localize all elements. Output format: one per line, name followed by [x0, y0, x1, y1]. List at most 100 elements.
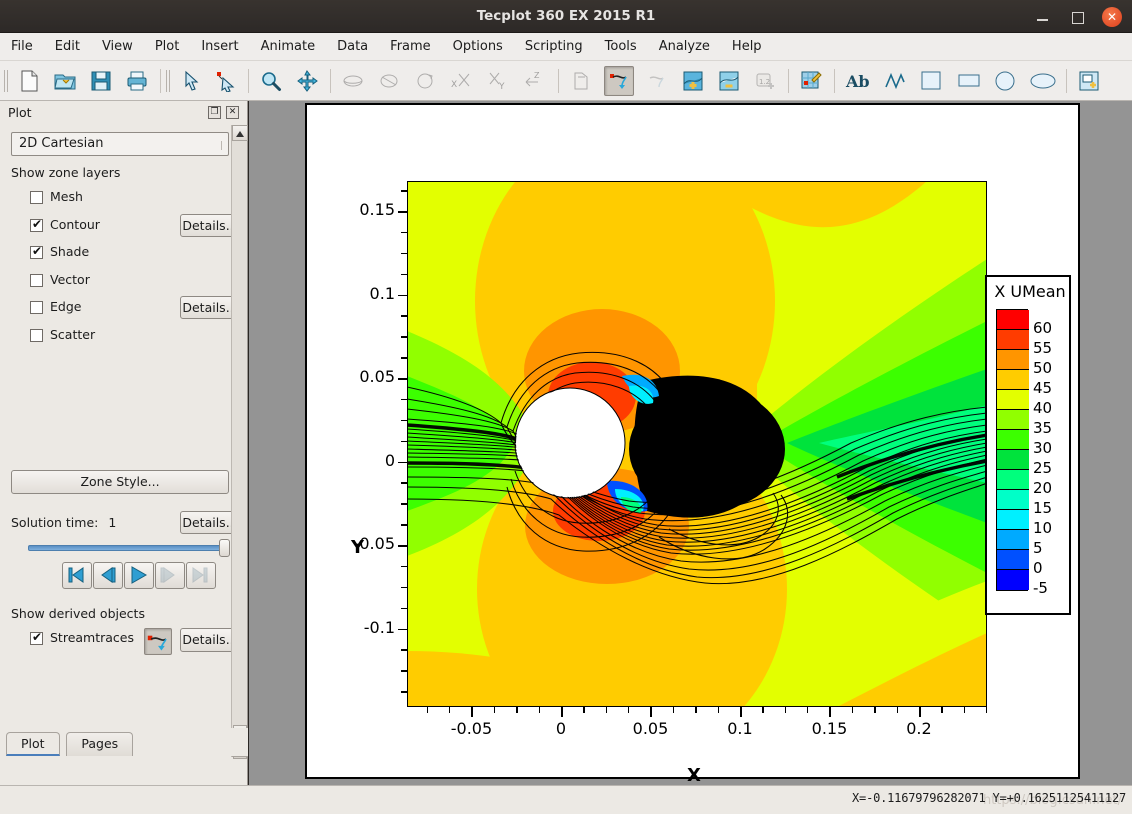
y-tick-minor [401, 440, 408, 443]
step-forward-button[interactable] [155, 562, 185, 589]
menu-frame[interactable]: Frame [379, 33, 442, 61]
label-scatter: Scatter [50, 326, 96, 342]
sidebar-tab-plot[interactable]: Plot [6, 732, 60, 756]
streamtraces-checkbox[interactable] [30, 630, 43, 645]
legend-value: 55 [1033, 339, 1053, 357]
checkbox-contour[interactable] [30, 217, 43, 232]
step-back-button[interactable] [93, 562, 123, 589]
menu-tools[interactable]: Tools [594, 33, 648, 61]
rotate-x-icon[interactable]: X [446, 66, 476, 96]
scroll-up-arrow[interactable] [232, 125, 248, 141]
menu-view[interactable]: View [91, 33, 144, 61]
menu-options[interactable]: Options [442, 33, 514, 61]
close-panel-icon[interactable]: ✕ [226, 106, 239, 119]
solution-time-details-button[interactable]: Details... [180, 511, 232, 534]
derived-objects-label: Show derived objects [11, 606, 145, 621]
checkbox-edge[interactable] [30, 301, 43, 314]
svg-text:X: X [451, 80, 457, 90]
y-tick-major [398, 294, 408, 297]
toolbar-grip[interactable] [4, 70, 9, 92]
contour-field[interactable] [407, 181, 987, 707]
float-panel-icon[interactable]: ❐ [208, 106, 221, 119]
slice-add-icon[interactable]: 1.2 [750, 66, 780, 96]
legend-band [997, 410, 1029, 430]
menu-scripting[interactable]: Scripting [514, 33, 594, 61]
rotate-z-icon[interactable]: Z [518, 66, 548, 96]
close-button[interactable]: ✕ [1102, 7, 1122, 27]
rectangle-icon[interactable] [916, 66, 946, 96]
edge-details-button[interactable]: Details... [180, 296, 232, 319]
pan-icon[interactable] [292, 66, 322, 96]
circle-icon[interactable] [990, 66, 1020, 96]
print-icon[interactable] [122, 66, 152, 96]
plot-frame[interactable]: 0.15 0.1 0.05 0 -0.05 -0.1 Y -0.05 0 0.05 0.1 0.1… [305, 103, 1080, 786]
plot-type-dropdown[interactable]: 2D Cartesian [11, 132, 229, 156]
new-file-icon[interactable] [14, 66, 44, 96]
menu-insert[interactable]: Insert [190, 33, 249, 61]
menu-animate[interactable]: Animate [250, 33, 326, 61]
y-tick-minor [401, 586, 408, 589]
legend-band [997, 530, 1029, 550]
x-tick-label: -0.05 [450, 719, 493, 738]
plot-area[interactable]: 0.15 0.1 0.05 0 -0.05 -0.1 Y -0.05 0 0.05 0.1 0.1… [307, 105, 1078, 786]
y-axis-title: Y [351, 537, 365, 558]
save-icon[interactable] [86, 66, 116, 96]
y-tick-label: 0.15 [359, 200, 395, 220]
rotate-spherical-icon[interactable] [338, 66, 368, 96]
probe-icon[interactable] [796, 66, 826, 96]
adjust-arrow-icon[interactable] [210, 66, 240, 96]
streamtrace-add-icon[interactable] [604, 66, 634, 96]
checkbox-shade[interactable] [30, 244, 43, 259]
sidebar-scrollbar[interactable] [231, 125, 248, 759]
select-arrow-icon[interactable] [176, 66, 206, 96]
translate-3d-icon[interactable] [566, 66, 596, 96]
menu-file[interactable]: File [0, 33, 44, 61]
contour-details-button[interactable]: Details... [180, 213, 232, 237]
x-tick-minor [986, 706, 988, 713]
polyline-icon[interactable] [880, 66, 910, 96]
contour-add-icon[interactable] [678, 66, 708, 96]
maximize-button[interactable] [1068, 8, 1086, 26]
toolbar-grip-2[interactable] [166, 70, 171, 92]
solution-time-value: 1 [108, 515, 117, 530]
streamtrace-tool-toggle[interactable] [144, 628, 172, 655]
y-tick-minor [401, 336, 408, 338]
contour-legend[interactable]: X UMean 60 55 50 45 40 35 30 25 20 15 10 5 0 -5 [985, 275, 1071, 615]
minimize-button[interactable] [1034, 8, 1052, 26]
skip-to-start-button[interactable] [62, 562, 92, 589]
menu-edit[interactable]: Edit [44, 33, 91, 61]
menu-plot[interactable]: Plot [144, 33, 191, 61]
frame-add-icon[interactable] [1074, 66, 1104, 96]
solution-time-slider-thumb[interactable] [219, 539, 230, 557]
x-tick-minor [963, 706, 966, 713]
checkbox-mesh[interactable] [30, 191, 43, 204]
x-tick-minor [426, 706, 429, 713]
solution-time-slider[interactable] [28, 545, 226, 551]
checkbox-vector[interactable] [30, 273, 43, 287]
zone-style-button[interactable]: Zone Style... [11, 470, 229, 494]
skip-to-end-button[interactable] [186, 562, 216, 589]
contour-remove-icon[interactable] [714, 66, 744, 96]
open-folder-icon[interactable] [50, 66, 80, 96]
workspace[interactable]: 0.15 0.1 0.05 0 -0.05 -0.1 Y -0.05 0 0.05 0.1 0.1… [249, 101, 1132, 786]
x-tick-minor [449, 706, 451, 713]
menu-data[interactable]: Data [326, 33, 379, 61]
menu-analyze[interactable]: Analyze [648, 33, 721, 61]
text-icon[interactable]: Ab [842, 66, 872, 96]
legend-value: 0 [1033, 559, 1043, 577]
sidebar-tab-pages[interactable]: Pages [66, 732, 134, 756]
rotate-roller-icon[interactable] [374, 66, 404, 96]
legend-value: 60 [1033, 319, 1053, 337]
zoom-icon[interactable] [256, 66, 286, 96]
ellipse-icon[interactable] [1028, 66, 1058, 96]
legend-band [997, 450, 1029, 470]
rotate-y-icon[interactable]: Y [482, 66, 512, 96]
x-tick-minor [896, 706, 898, 713]
streamtraces-details-button[interactable]: Details... [180, 628, 232, 652]
rotate-twist-icon[interactable] [410, 66, 440, 96]
play-button[interactable] [124, 562, 154, 589]
streamtrace-remove-icon[interactable] [642, 66, 672, 96]
checkbox-scatter[interactable] [30, 328, 43, 342]
menu-help[interactable]: Help [721, 33, 773, 61]
square-icon[interactable] [954, 66, 984, 96]
